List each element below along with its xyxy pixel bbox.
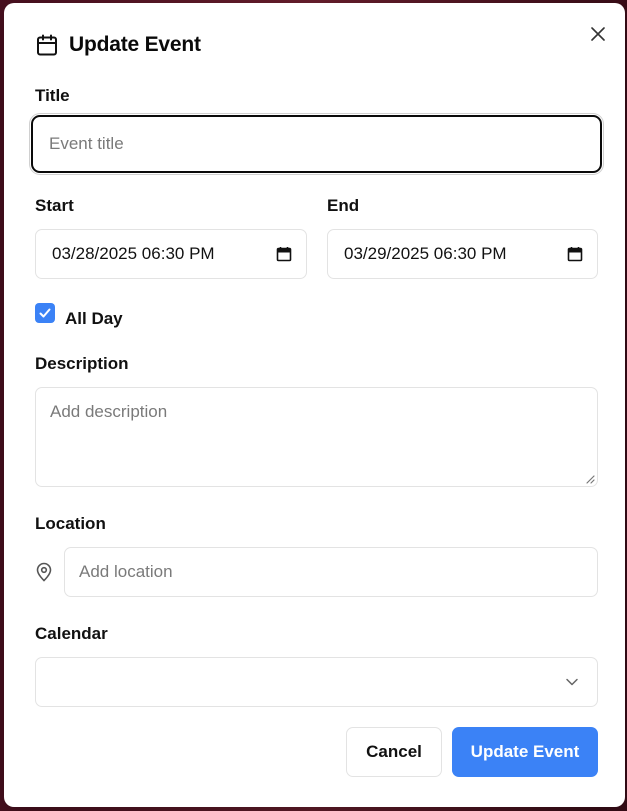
update-event-button[interactable]: Update Event: [452, 727, 598, 777]
resize-grip-icon[interactable]: [585, 474, 595, 484]
title-label: Title: [35, 86, 70, 105]
calendar-icon[interactable]: [567, 246, 583, 262]
close-icon: [591, 27, 605, 41]
end-label: End: [327, 196, 360, 215]
description-label: Description: [35, 354, 129, 373]
close-button[interactable]: [589, 25, 607, 43]
calendar-select[interactable]: [35, 657, 598, 707]
start-label: Start: [35, 196, 74, 215]
chevron-down-icon: [566, 678, 578, 686]
end-datetime-input[interactable]: 03/29/2025 06:30 PM: [327, 229, 598, 279]
dialog-title: Update Event: [69, 33, 201, 56]
description-textarea[interactable]: [35, 387, 598, 487]
map-pin-icon: [36, 562, 52, 582]
location-label: Location: [35, 514, 106, 533]
cancel-button[interactable]: Cancel: [346, 727, 442, 777]
start-datetime-value: 03/28/2025 06:30 PM: [52, 244, 215, 263]
title-input[interactable]: [31, 115, 602, 173]
start-datetime-input[interactable]: 03/28/2025 06:30 PM: [35, 229, 307, 279]
calendar-label: Calendar: [35, 624, 108, 643]
calendar-icon: [37, 34, 57, 56]
end-datetime-value: 03/29/2025 06:30 PM: [344, 244, 507, 263]
all-day-label[interactable]: All Day: [65, 309, 123, 329]
update-event-dialog: Update Event Title Start 03/28/2025 06:3…: [4, 3, 625, 807]
all-day-checkbox[interactable]: [35, 303, 55, 323]
dialog-header: Update Event: [35, 33, 201, 57]
checkmark-icon: [39, 308, 51, 318]
calendar-icon[interactable]: [276, 246, 292, 262]
location-input[interactable]: [64, 547, 598, 597]
